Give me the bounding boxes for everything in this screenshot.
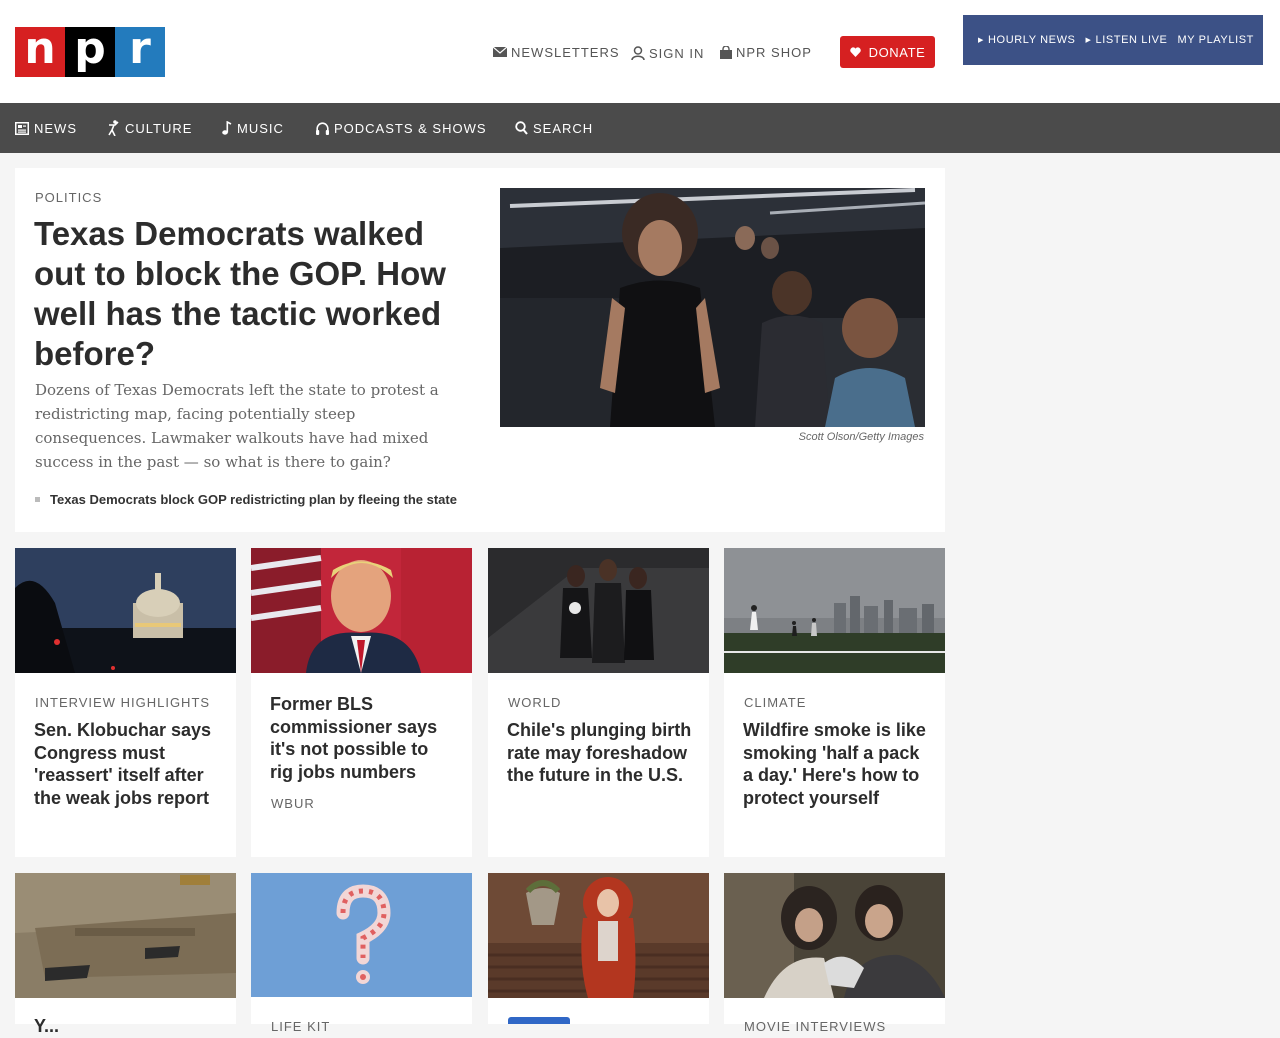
nav-culture-label: CULTURE: [125, 120, 193, 136]
gun-photo: [15, 873, 236, 998]
listen-live-label: LISTEN LIVE: [1095, 34, 1168, 46]
my-playlist-label: MY PLAYLIST: [1177, 34, 1254, 46]
nav-news[interactable]: NEWS: [15, 103, 77, 153]
headphones-icon: [316, 121, 329, 135]
badge-blue: [508, 1017, 570, 1024]
player-bar: ▶ HOURLY NEWS ▶ LISTEN LIVE MY PLAYLIST: [963, 15, 1263, 65]
story-image[interactable]: [15, 548, 236, 673]
story-source: WBUR: [271, 796, 315, 811]
hero-story: POLITICS Texas Democrats walked out to b…: [15, 168, 945, 532]
portrait-photo: [251, 548, 472, 673]
nav-podcasts-shows[interactable]: PODCASTS & SHOWS: [316, 103, 487, 153]
story-title[interactable]: Y...: [34, 1015, 220, 1038]
story-image[interactable]: [251, 548, 472, 673]
story-card[interactable]: Y...: [15, 873, 236, 1036]
story-image[interactable]: [724, 873, 945, 998]
hero-kicker[interactable]: POLITICS: [35, 190, 102, 205]
nav-culture[interactable]: CULTURE: [108, 103, 192, 153]
bullet-square: [35, 497, 40, 502]
my-playlist-button[interactable]: MY PLAYLIST: [1178, 34, 1255, 46]
hero-title[interactable]: Texas Democrats walked out to block the …: [34, 214, 464, 374]
nav-music-label: MUSIC: [237, 120, 284, 136]
movie-still-photo: [724, 873, 945, 998]
story-card[interactable]: WORLD Chile's plunging birth rate may fo…: [488, 548, 709, 857]
nav-search-label: SEARCH: [533, 120, 594, 136]
newsletters-label: NEWSLETTERS: [511, 44, 620, 60]
story-card[interactable]: [488, 873, 709, 1024]
story-title[interactable]: Wildfire smoke is like smoking 'half a p…: [743, 719, 929, 809]
nav-podcasts-label: PODCASTS & SHOWS: [334, 120, 487, 136]
hourly-news-button[interactable]: ▶ HOURLY NEWS: [978, 34, 1075, 46]
main-nav: NEWS CULTURE MUSIC PODCASTS & SHOWS SEAR…: [0, 103, 1280, 153]
singer-photo: [488, 873, 709, 998]
nav-music[interactable]: MUSIC: [222, 103, 284, 153]
story-title[interactable]: Sen. Klobuchar says Congress must 'reass…: [34, 719, 220, 809]
npr-logo[interactable]: n p r: [15, 27, 165, 77]
story-image[interactable]: [724, 548, 945, 673]
story-image[interactable]: [251, 873, 472, 997]
story-card[interactable]: LIFE KIT: [251, 873, 472, 1034]
hero-image-credit: Scott Olson/Getty Images: [798, 431, 924, 443]
newsletters-link[interactable]: NEWSLETTERS: [493, 43, 620, 61]
search-icon: [515, 121, 528, 135]
story-image[interactable]: [488, 873, 709, 998]
donate-button[interactable]: DONATE: [840, 36, 935, 68]
play-icon: ▶: [978, 37, 985, 44]
shopping-bag-icon: [720, 45, 732, 59]
logo-letter-p: p: [65, 27, 115, 77]
story-card[interactable]: INTERVIEW HIGHLIGHTS Sen. Klobuchar says…: [15, 548, 236, 857]
sign-in-link[interactable]: SIGN IN: [631, 44, 704, 62]
hero-photo: [500, 188, 925, 427]
listen-live-button[interactable]: ▶ LISTEN LIVE: [1086, 34, 1168, 46]
newspaper-icon: [15, 121, 29, 135]
hero-related-link[interactable]: Texas Democrats block GOP redistricting …: [35, 492, 457, 507]
hero-image[interactable]: [500, 188, 925, 427]
story-kicker[interactable]: MOVIE INTERVIEWS: [744, 1019, 886, 1034]
nav-news-label: NEWS: [34, 120, 77, 136]
envelope-icon: [493, 47, 507, 57]
hero-teaser: Dozens of Texas Democrats left the state…: [35, 381, 439, 471]
logo-letter-r: r: [115, 27, 165, 77]
donate-label: DONATE: [868, 44, 926, 60]
pills-question-mark-image: [251, 873, 472, 997]
story-kicker[interactable]: LIFE KIT: [271, 1019, 330, 1034]
dancer-icon: [108, 120, 119, 136]
smoke-photo: [724, 548, 945, 673]
user-icon: [631, 46, 645, 60]
story-card[interactable]: CLIMATE Wildfire smoke is like smoking '…: [724, 548, 945, 857]
npr-shop-link[interactable]: NPR SHOP: [720, 43, 812, 61]
story-image[interactable]: [15, 873, 236, 998]
npr-shop-label: NPR SHOP: [736, 44, 812, 60]
story-kicker[interactable]: INTERVIEW HIGHLIGHTS: [35, 695, 210, 710]
hero-related-label: Texas Democrats block GOP redistricting …: [50, 492, 457, 507]
story-card[interactable]: Former BLS commissioner says it's not po…: [251, 548, 472, 857]
play-icon: ▶: [1085, 37, 1092, 44]
capitol-photo: [15, 548, 236, 673]
site-header: n p r NEWSLETTERS SIGN IN NPR SHOP DONAT…: [0, 0, 1280, 103]
group-photo: [488, 548, 709, 673]
story-image[interactable]: [488, 548, 709, 673]
story-kicker[interactable]: CLIMATE: [744, 695, 806, 710]
hourly-news-label: HOURLY NEWS: [988, 34, 1076, 46]
story-kicker[interactable]: WORLD: [508, 695, 561, 710]
heart-icon: [849, 47, 861, 57]
logo-letter-n: n: [15, 27, 65, 77]
sign-in-label: SIGN IN: [649, 45, 705, 61]
story-title[interactable]: Chile's plunging birth rate may foreshad…: [507, 719, 693, 787]
story-card[interactable]: MOVIE INTERVIEWS: [724, 873, 945, 1034]
story-title[interactable]: Former BLS commissioner says it's not po…: [270, 693, 456, 783]
nav-search[interactable]: SEARCH: [515, 103, 593, 153]
music-note-icon: [222, 121, 232, 135]
